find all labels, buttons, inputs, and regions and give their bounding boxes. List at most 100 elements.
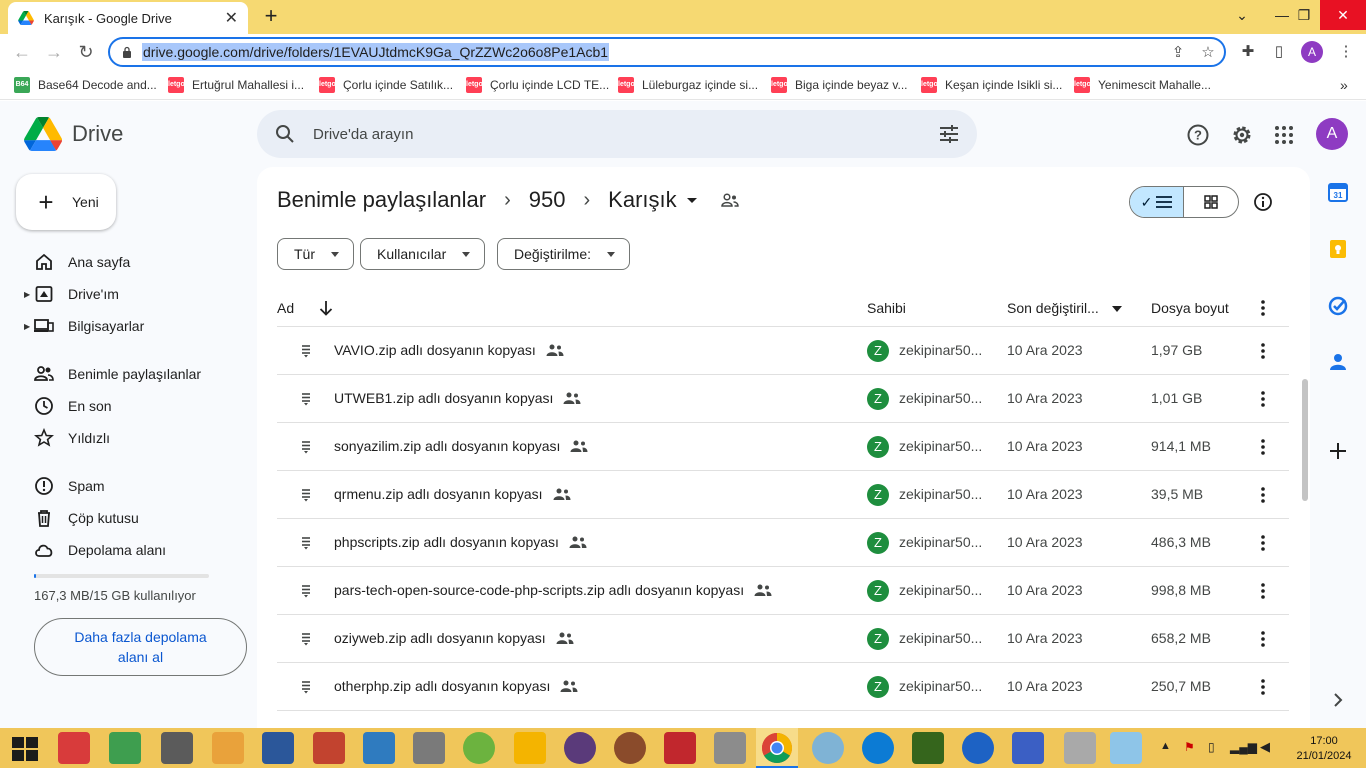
table-row[interactable]: qrmenu.zip adlı dosyanın kopyası Zzekipin…	[277, 471, 1289, 519]
nav-item-storage[interactable]: Depolama alanı	[24, 534, 244, 566]
word-app-icon[interactable]	[262, 732, 294, 764]
file-name-cell[interactable]: phpscripts.zip adlı dosyanın kopyası	[334, 534, 587, 550]
nav-item-spam[interactable]: Spam	[24, 470, 244, 502]
more-vert-icon[interactable]	[1255, 532, 1271, 554]
file-name-cell[interactable]: sonyazilim.zip adlı dosyanın kopyası	[334, 438, 588, 454]
share-icon[interactable]: ⇪	[1168, 43, 1188, 63]
expand-caret-icon[interactable]: ▶	[24, 290, 30, 299]
owner-avatar[interactable]: Z	[867, 628, 889, 650]
scanner-app-icon[interactable]	[161, 732, 193, 764]
caret-down-icon[interactable]	[686, 197, 697, 203]
bookmark-item[interactable]: letgo Ertuğrul Mahallesi i...	[168, 77, 304, 93]
sort-arrow-icon[interactable]	[319, 300, 333, 316]
table-row[interactable]: oziyweb.zip adlı dosyanın kopyası Zzekipi…	[277, 615, 1289, 663]
nav-item-trash[interactable]: Çöp kutusu	[24, 502, 244, 534]
nav-item-starred[interactable]: Yıldızlı	[24, 422, 244, 454]
more-vert-icon[interactable]	[1255, 484, 1271, 506]
dreamweaver-app-icon[interactable]	[912, 732, 944, 764]
table-row[interactable]: VAVIO.zip adlı dosyanın kopyası Zzekipina…	[277, 327, 1289, 375]
tab-close-icon[interactable]: ✕	[225, 8, 238, 28]
back-arrow-icon[interactable]: ←	[10, 40, 34, 64]
apps-grid-icon[interactable]	[1272, 123, 1296, 147]
owner-avatar[interactable]: Z	[867, 676, 889, 698]
breadcrumb-current[interactable]: Karışık	[608, 187, 676, 213]
owner-avatar[interactable]: Z	[867, 388, 889, 410]
column-modified[interactable]: Son değiştiril...	[1007, 300, 1099, 316]
file-name-cell[interactable]: pars-tech-open-source-code-php-scripts.z…	[334, 582, 772, 598]
breadcrumb-item[interactable]: 950	[529, 187, 566, 213]
side-panel-icon[interactable]: ▯	[1269, 42, 1289, 62]
outlook-app-icon[interactable]	[212, 732, 244, 764]
filter-people-chip[interactable]: Kullanıcılar	[360, 238, 486, 270]
robot-app-icon[interactable]	[413, 732, 445, 764]
bookmark-item[interactable]: B64 Base64 Decode and...	[14, 77, 157, 93]
url-text[interactable]: drive.google.com/drive/folders/1EVAUJtdm…	[142, 43, 610, 61]
browser-tab[interactable]: Karışık - Google Drive ✕	[8, 2, 248, 34]
windows-start-icon[interactable]	[12, 737, 38, 761]
ie-app-icon[interactable]	[962, 732, 994, 764]
feather-app-icon[interactable]	[363, 732, 395, 764]
search-input[interactable]: Drive'da arayın	[313, 126, 413, 143]
owner-avatar[interactable]: Z	[867, 340, 889, 362]
bookmark-item[interactable]: letgo Biga içinde beyaz v...	[771, 77, 908, 93]
filezilla-app-icon[interactable]	[664, 732, 696, 764]
v-app-icon[interactable]	[514, 732, 546, 764]
table-row[interactable]: pars-tech-open-source-code-php-scripts.z…	[277, 567, 1289, 615]
restore-button[interactable]: ❐	[1284, 0, 1324, 30]
search-icon[interactable]	[275, 124, 295, 144]
owner-avatar[interactable]: Z	[867, 580, 889, 602]
column-size[interactable]: Dosya boyut	[1151, 300, 1229, 316]
tray-device-icon[interactable]: ▯	[1208, 740, 1215, 754]
more-vert-icon[interactable]	[1255, 436, 1271, 458]
tray-network-icon[interactable]: ▂▄▆	[1230, 740, 1257, 754]
add-app-icon[interactable]	[1327, 440, 1349, 462]
book-app-icon[interactable]	[313, 732, 345, 764]
help-icon[interactable]: ?	[1186, 123, 1210, 147]
camera-app-icon[interactable]	[58, 732, 90, 764]
reload-icon[interactable]: ↻	[74, 40, 98, 64]
calendar-icon[interactable]: 31	[1327, 181, 1349, 203]
window-close-button[interactable]: ✕	[1320, 0, 1366, 30]
bookmark-item[interactable]: letgo Keşan içinde Isikli si...	[921, 77, 1062, 93]
window-app-icon[interactable]	[714, 732, 746, 764]
sort-caret-icon[interactable]	[1112, 306, 1122, 312]
expand-caret-icon[interactable]: ▶	[24, 322, 30, 331]
tray-volume-icon[interactable]: ◀	[1260, 739, 1270, 755]
search-bar[interactable]: Drive'da arayın	[257, 110, 977, 158]
vectorizer-app-icon[interactable]	[109, 732, 141, 764]
more-vert-icon[interactable]	[1255, 340, 1271, 362]
green-circle-app-icon[interactable]	[463, 732, 495, 764]
media2-app-icon[interactable]	[614, 732, 646, 764]
table-row[interactable]: phpscripts.zip adlı dosyanın kopyası Zzek…	[277, 519, 1289, 567]
file-name-cell[interactable]: qrmenu.zip adlı dosyanın kopyası	[334, 486, 571, 502]
grid-view-button[interactable]	[1184, 187, 1238, 217]
tasks-icon[interactable]	[1327, 295, 1349, 317]
owner-avatar[interactable]: Z	[867, 436, 889, 458]
new-tab-button[interactable]: +	[258, 4, 284, 30]
taskbar-clock[interactable]: 17:00 21/01/2024	[1286, 734, 1362, 764]
nav-item-home[interactable]: Ana sayfa	[24, 246, 244, 278]
file-name-cell[interactable]: UTWEB1.zip adlı dosyanın kopyası	[334, 390, 581, 406]
tray-flag-icon[interactable]: ⚑	[1184, 740, 1195, 754]
column-name[interactable]: Ad	[277, 300, 294, 316]
bookmark-item[interactable]: letgo Çorlu içinde Satılık...	[319, 77, 453, 93]
owner-avatar[interactable]: Z	[867, 532, 889, 554]
extensions-icon[interactable]: ✚	[1238, 42, 1258, 62]
nav-item-recent[interactable]: En son	[24, 390, 244, 422]
more-vert-icon[interactable]	[1255, 676, 1271, 698]
chevron-right-icon[interactable]	[1327, 689, 1349, 711]
table-row[interactable]: sonyazilim.zip adlı dosyanın kopyası Zzek…	[277, 423, 1289, 471]
browser-menu-icon[interactable]: ⋮	[1336, 42, 1356, 62]
account-avatar[interactable]: A	[1316, 118, 1348, 150]
new-button[interactable]: + Yeni	[16, 174, 116, 230]
notes-app-icon[interactable]	[1110, 732, 1142, 764]
browser-profile-avatar[interactable]: A	[1301, 41, 1323, 63]
network-app-icon[interactable]	[1012, 732, 1044, 764]
more-vert-icon[interactable]	[1255, 388, 1271, 410]
more-vert-icon[interactable]	[1255, 299, 1271, 317]
address-bar[interactable]: drive.google.com/drive/folders/1EVAUJtdm…	[108, 37, 1226, 67]
nav-item-my-drive[interactable]: ▶ Drive'ım	[24, 278, 244, 310]
more-vert-icon[interactable]	[1255, 628, 1271, 650]
paint-app-icon[interactable]	[812, 732, 844, 764]
drive-logo[interactable]: Drive	[24, 117, 123, 151]
